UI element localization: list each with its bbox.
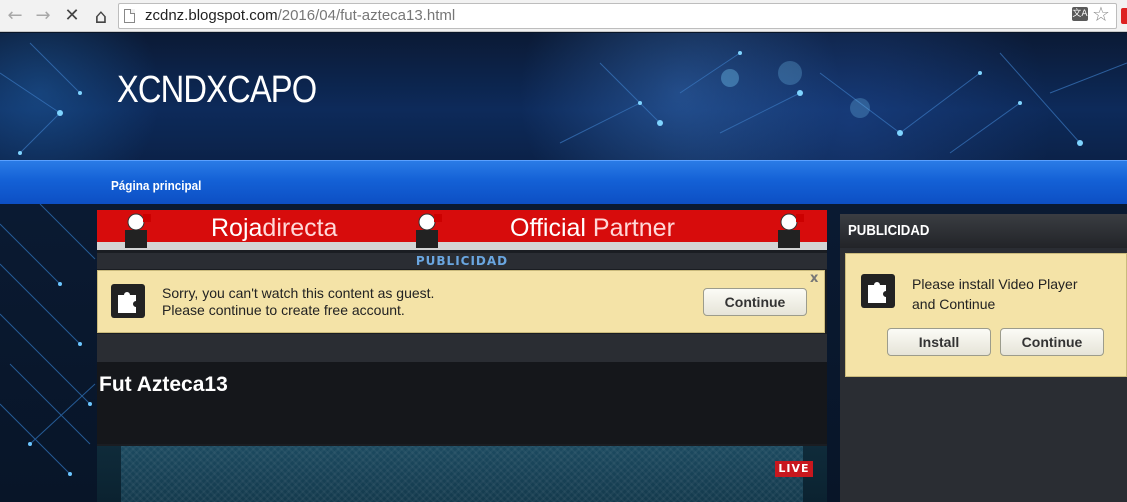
post-title: Fut Azteca13	[99, 373, 228, 396]
install-message-line1: Please install Video Player	[912, 276, 1078, 292]
browser-toolbar: ← → ✕ ⌂ zcdnz.blogspot.com/2016/04/fut-a…	[0, 0, 1127, 32]
main-nav: Página principal	[0, 160, 1127, 204]
address-bar[interactable]: zcdnz.blogspot.com/2016/04/fut-azteca13.…	[118, 3, 1117, 29]
install-message-line2: and Continue	[912, 296, 996, 312]
guest-message: Sorry, you can't watch this content as g…	[162, 285, 434, 319]
guest-message-line1: Sorry, you can't watch this content as g…	[162, 285, 435, 301]
home-icon[interactable]: ⌂	[90, 5, 112, 27]
mascot-icon	[416, 213, 442, 248]
banner-right-main: Official	[510, 214, 593, 242]
bookmark-star-icon[interactable]: ☆	[1092, 2, 1110, 26]
forward-icon[interactable]: →	[32, 5, 54, 27]
nav-item-home[interactable]: Página principal	[111, 178, 201, 193]
url-path: /2016/04/fut-azteca13.html	[277, 7, 456, 24]
banner-left-accent: directa	[262, 214, 338, 242]
banner-left-text: Rojadirecta	[211, 214, 337, 243]
page-icon	[124, 9, 135, 23]
banner-red-strip	[97, 210, 827, 242]
close-icon[interactable]: x	[810, 271, 818, 286]
back-icon[interactable]: ←	[4, 5, 26, 27]
url-text[interactable]: zcdnz.blogspot.com/2016/04/fut-azteca13.…	[145, 7, 455, 24]
stop-icon[interactable]: ✕	[61, 5, 83, 27]
sidebar-continue-button[interactable]: Continue	[1000, 328, 1104, 356]
sidebar-title: PUBLICIDAD	[848, 222, 930, 239]
translate-icon[interactable]: 文A	[1072, 7, 1088, 21]
banner-right-accent: Partner	[592, 214, 675, 242]
banner-left-main: Roja	[211, 214, 263, 242]
ad-label: PUBLICIDAD	[97, 253, 827, 269]
video-surface[interactable]	[121, 446, 803, 502]
guest-message-line2: Please continue to create free account.	[162, 302, 405, 318]
install-button[interactable]: Install	[887, 328, 991, 356]
ad-spacer	[97, 334, 827, 362]
site-header: XCNDXCAPO	[0, 33, 1127, 160]
puzzle-icon	[861, 274, 895, 308]
live-badge: LIVE	[775, 461, 813, 477]
extension-icon[interactable]	[1121, 8, 1127, 24]
video-player[interactable]	[97, 446, 827, 502]
mascot-icon	[125, 213, 151, 248]
site-title[interactable]: XCNDXCAPO	[117, 69, 317, 112]
url-host: zcdnz.blogspot.com	[145, 7, 278, 24]
puzzle-icon	[111, 284, 145, 318]
install-message: Please install Video Player and Continue	[912, 274, 1112, 314]
guest-notice-panel: Sorry, you can't watch this content as g…	[97, 270, 825, 333]
mascot-icon	[778, 213, 804, 248]
install-prompt-panel: Install Continue	[845, 253, 1127, 377]
guest-continue-button[interactable]: Continue	[703, 288, 807, 316]
rojadirecta-banner[interactable]: Rojadirecta Official Partner	[97, 210, 827, 250]
banner-right-text: Official Partner	[510, 214, 675, 243]
